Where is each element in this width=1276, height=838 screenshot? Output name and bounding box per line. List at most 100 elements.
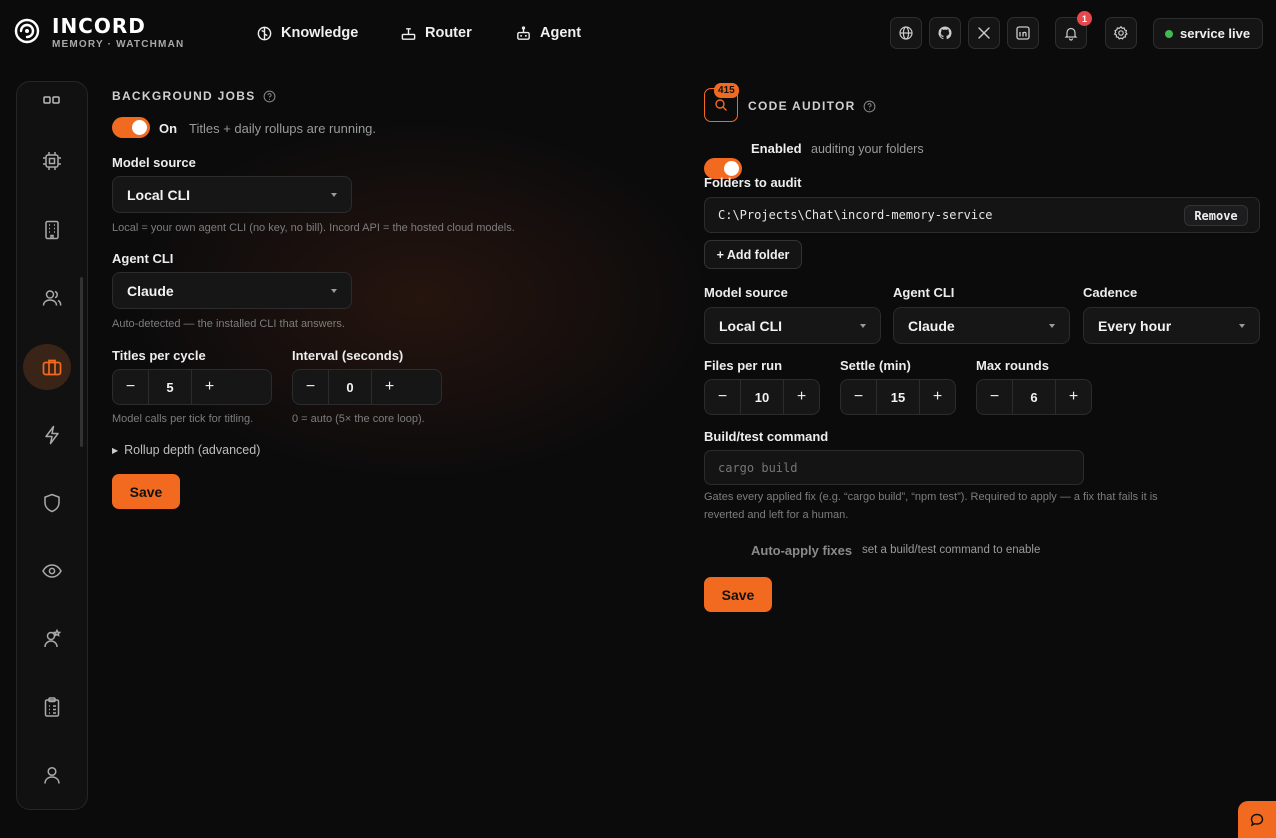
add-folder-button[interactable]: + Add folder bbox=[704, 240, 802, 269]
bolt-icon[interactable] bbox=[39, 422, 65, 448]
titles-per-cycle-hint: Model calls per tick for titling. bbox=[112, 413, 254, 425]
audit-count-badge: 415 bbox=[714, 83, 739, 98]
files-per-run-stepper[interactable]: − 10 + bbox=[704, 379, 820, 415]
service-status-label: service live bbox=[1180, 26, 1251, 41]
github-button[interactable] bbox=[929, 17, 961, 49]
linkedin-icon bbox=[1016, 26, 1030, 40]
files-per-run-value[interactable]: 10 bbox=[740, 380, 784, 414]
interval-value[interactable]: 0 bbox=[328, 370, 372, 404]
nav-router[interactable]: Router bbox=[400, 22, 472, 44]
cadence-select[interactable]: Every hour bbox=[1083, 307, 1260, 344]
decrement-button[interactable]: − bbox=[841, 380, 876, 414]
chevron-down-icon bbox=[331, 288, 337, 293]
settings-button[interactable] bbox=[1105, 17, 1137, 49]
shield-icon[interactable] bbox=[39, 490, 65, 516]
bj-agent-cli-label: Agent CLI bbox=[112, 251, 174, 266]
gear-icon bbox=[1113, 25, 1128, 40]
grid-icon[interactable] bbox=[39, 88, 65, 114]
settle-label: Settle (min) bbox=[840, 358, 911, 373]
settle-value[interactable]: 15 bbox=[876, 380, 920, 414]
increment-button[interactable]: + bbox=[192, 370, 227, 404]
x-icon bbox=[978, 27, 990, 39]
increment-button[interactable]: + bbox=[1056, 380, 1091, 414]
chat-button[interactable] bbox=[1238, 801, 1276, 838]
interval-hint: 0 = auto (5× the core loop). bbox=[292, 413, 425, 425]
titles-per-cycle-value[interactable]: 5 bbox=[148, 370, 192, 404]
decrement-button[interactable]: − bbox=[113, 370, 148, 404]
max-rounds-stepper[interactable]: − 6 + bbox=[976, 379, 1092, 415]
ca-agent-cli-select[interactable]: Claude bbox=[893, 307, 1070, 344]
code-auditor-toggle-desc: auditing your folders bbox=[811, 142, 924, 156]
chat-icon bbox=[1250, 813, 1264, 826]
ca-save-button[interactable]: Save bbox=[704, 577, 772, 612]
settle-stepper[interactable]: − 15 + bbox=[840, 379, 956, 415]
globe-button[interactable] bbox=[890, 17, 922, 49]
search-code-icon bbox=[715, 99, 727, 111]
decrement-button[interactable]: − bbox=[705, 380, 740, 414]
sidebar-scrollbar[interactable] bbox=[80, 277, 83, 447]
rollup-depth-disclosure[interactable]: ▶ Rollup depth (advanced) bbox=[112, 443, 260, 457]
ca-agent-cli-label: Agent CLI bbox=[893, 285, 955, 300]
brain-icon bbox=[257, 26, 272, 40]
router-icon bbox=[401, 27, 416, 40]
code-auditor-title-text: CODE AUDITOR bbox=[748, 99, 856, 113]
ca-model-source-select[interactable]: Local CLI bbox=[704, 307, 881, 344]
building-icon[interactable] bbox=[39, 217, 65, 243]
auto-apply-label: Auto-apply fixes bbox=[751, 543, 853, 558]
nav-agent[interactable]: Agent bbox=[515, 22, 581, 44]
titles-per-cycle-stepper[interactable]: − 5 + bbox=[112, 369, 272, 405]
user-star-icon[interactable] bbox=[39, 626, 65, 652]
bj-model-source-label: Model source bbox=[112, 155, 196, 170]
briefcase-icon[interactable] bbox=[39, 354, 65, 380]
sidebar bbox=[16, 81, 88, 810]
ca-model-source-value: Local CLI bbox=[719, 317, 783, 334]
nav-knowledge[interactable]: Knowledge bbox=[256, 22, 358, 44]
bell-icon bbox=[1064, 27, 1078, 41]
auto-apply-hint: set a build/test command to enable bbox=[862, 544, 1041, 556]
help-icon[interactable] bbox=[263, 90, 276, 103]
robot-icon bbox=[517, 25, 530, 40]
decrement-button[interactable]: − bbox=[977, 380, 1012, 414]
build-command-input[interactable] bbox=[704, 450, 1084, 485]
increment-button[interactable]: + bbox=[920, 380, 955, 414]
rollup-depth-label: Rollup depth (advanced) bbox=[124, 443, 261, 457]
linkedin-button[interactable] bbox=[1007, 17, 1039, 49]
notification-badge: 1 bbox=[1077, 11, 1092, 26]
bj-agent-cli-select[interactable]: Claude bbox=[112, 272, 352, 309]
nav-knowledge-label: Knowledge bbox=[281, 25, 359, 41]
chip-icon[interactable] bbox=[39, 148, 65, 174]
users-icon[interactable] bbox=[39, 285, 65, 311]
service-status[interactable]: service live bbox=[1153, 18, 1263, 49]
increment-button[interactable]: + bbox=[784, 380, 819, 414]
cadence-value: Every hour bbox=[1098, 317, 1172, 334]
interval-stepper[interactable]: − 0 + bbox=[292, 369, 442, 405]
eye-icon[interactable] bbox=[39, 558, 65, 584]
remove-folder-button[interactable]: Remove bbox=[1184, 205, 1248, 226]
background-jobs-toggle[interactable] bbox=[112, 117, 150, 138]
notifications-button[interactable]: 1 bbox=[1055, 11, 1092, 49]
cadence-label: Cadence bbox=[1083, 285, 1138, 300]
bj-model-source-select[interactable]: Local CLI bbox=[112, 176, 352, 213]
chevron-down-icon bbox=[331, 192, 337, 197]
titles-per-cycle-label: Titles per cycle bbox=[112, 348, 206, 363]
bj-agent-cli-value: Claude bbox=[127, 282, 174, 299]
background-jobs-title: BACKGROUND JOBS bbox=[112, 89, 276, 103]
x-button[interactable] bbox=[968, 17, 1000, 49]
ca-model-source-label: Model source bbox=[704, 285, 788, 300]
max-rounds-value[interactable]: 6 bbox=[1012, 380, 1056, 414]
bj-model-source-hint: Local = your own agent CLI (no key, no b… bbox=[112, 222, 515, 234]
nav-router-label: Router bbox=[425, 25, 472, 41]
clipboard-icon[interactable] bbox=[39, 694, 65, 720]
globe-icon bbox=[899, 26, 913, 40]
bj-model-source-value: Local CLI bbox=[127, 186, 191, 203]
profile-icon[interactable] bbox=[39, 762, 65, 788]
github-icon bbox=[938, 26, 952, 40]
bj-save-button[interactable]: Save bbox=[112, 474, 180, 509]
increment-button[interactable]: + bbox=[372, 370, 407, 404]
background-jobs-title-text: BACKGROUND JOBS bbox=[112, 89, 256, 103]
help-icon[interactable] bbox=[863, 100, 876, 113]
build-command-hint-line1: Gates every applied fix (e.g. “cargo bui… bbox=[704, 491, 1158, 503]
folders-to-audit-label: Folders to audit bbox=[704, 175, 802, 190]
decrement-button[interactable]: − bbox=[293, 370, 328, 404]
max-rounds-label: Max rounds bbox=[976, 358, 1049, 373]
